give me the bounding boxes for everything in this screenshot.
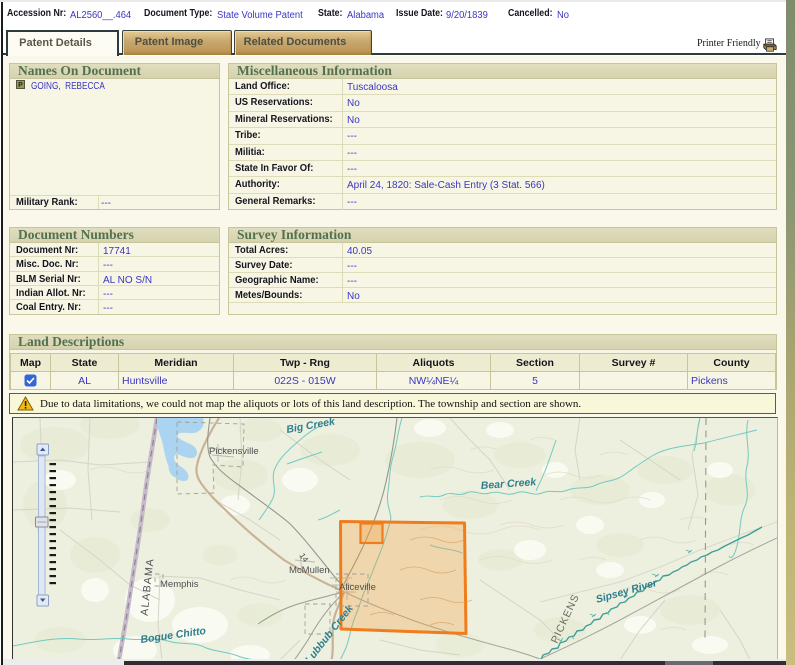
svg-text:Aliceville: Aliceville	[339, 582, 376, 593]
svg-text:McMullen: McMullen	[289, 565, 330, 576]
svg-text:P: P	[18, 82, 23, 89]
svg-text:Memphis: Memphis	[160, 579, 199, 590]
svg-text:Pickensville: Pickensville	[209, 446, 259, 457]
